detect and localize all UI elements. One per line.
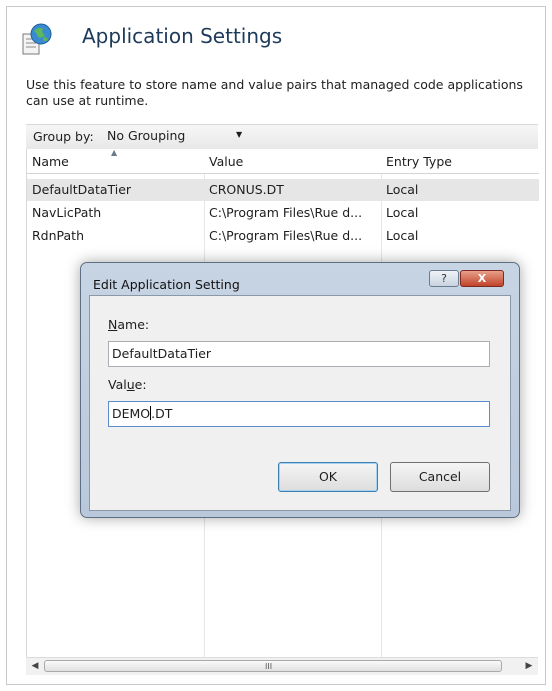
page-description: Use this feature to store name and value… bbox=[26, 77, 523, 108]
globe-document-icon bbox=[22, 23, 52, 55]
group-by-toolbar: Group by: No Grouping ▼ bbox=[26, 124, 538, 150]
group-by-value: No Grouping bbox=[107, 128, 186, 143]
table-row[interactable]: DefaultDataTier CRONUS.DT Local bbox=[27, 179, 539, 201]
table-row[interactable]: RdnPath C:\Program Files\Rue d... Local bbox=[27, 225, 539, 247]
page-title: Application Settings bbox=[82, 24, 283, 48]
cell-entry-type: Local bbox=[386, 182, 419, 197]
cell-value: C:\Program Files\Rue d... bbox=[209, 205, 363, 220]
cancel-button[interactable]: Cancel bbox=[390, 462, 490, 492]
sort-ascending-icon: ▲ bbox=[111, 148, 118, 157]
help-button[interactable]: ? bbox=[429, 270, 459, 287]
dropdown-arrow-icon[interactable]: ▼ bbox=[236, 130, 242, 139]
dialog-title: Edit Application Setting bbox=[93, 277, 240, 292]
scroll-right-icon[interactable]: ▶ bbox=[522, 660, 536, 673]
name-label: Name: bbox=[108, 317, 150, 332]
ok-button[interactable]: OK bbox=[278, 462, 378, 492]
column-header-entry-type[interactable]: Entry Type bbox=[381, 149, 539, 174]
cell-name: NavLicPath bbox=[32, 205, 102, 220]
table-row[interactable]: NavLicPath C:\Program Files\Rue d... Loc… bbox=[27, 202, 539, 224]
group-by-label: Group by: bbox=[33, 129, 94, 144]
scroll-thumb[interactable]: III bbox=[44, 660, 502, 672]
edit-setting-dialog: Edit Application Setting ? X Name: Defau… bbox=[80, 262, 520, 518]
cell-name: RdnPath bbox=[32, 228, 85, 243]
dialog-body: Name: DefaultDataTier Value: DEMO.DT OK … bbox=[89, 295, 511, 511]
close-button[interactable]: X bbox=[460, 270, 504, 287]
cell-name: DefaultDataTier bbox=[32, 182, 132, 197]
cell-entry-type: Local bbox=[386, 205, 419, 220]
scroll-left-icon[interactable]: ◀ bbox=[28, 660, 42, 673]
cell-value: CRONUS.DT bbox=[209, 182, 284, 197]
value-field[interactable]: DEMO.DT bbox=[108, 401, 490, 427]
thumb-grip: III bbox=[265, 662, 273, 671]
cell-entry-type: Local bbox=[386, 228, 419, 243]
cell-value: C:\Program Files\Rue d... bbox=[209, 228, 363, 243]
name-field[interactable]: DefaultDataTier bbox=[108, 341, 490, 367]
horizontal-scrollbar[interactable]: ◀ III ▶ bbox=[26, 657, 538, 675]
column-header-value[interactable]: Value bbox=[204, 149, 381, 174]
value-label: Value: bbox=[108, 377, 147, 392]
column-header-name[interactable]: Name ▲ bbox=[27, 148, 204, 174]
group-by-select[interactable]: No Grouping bbox=[104, 127, 254, 145]
